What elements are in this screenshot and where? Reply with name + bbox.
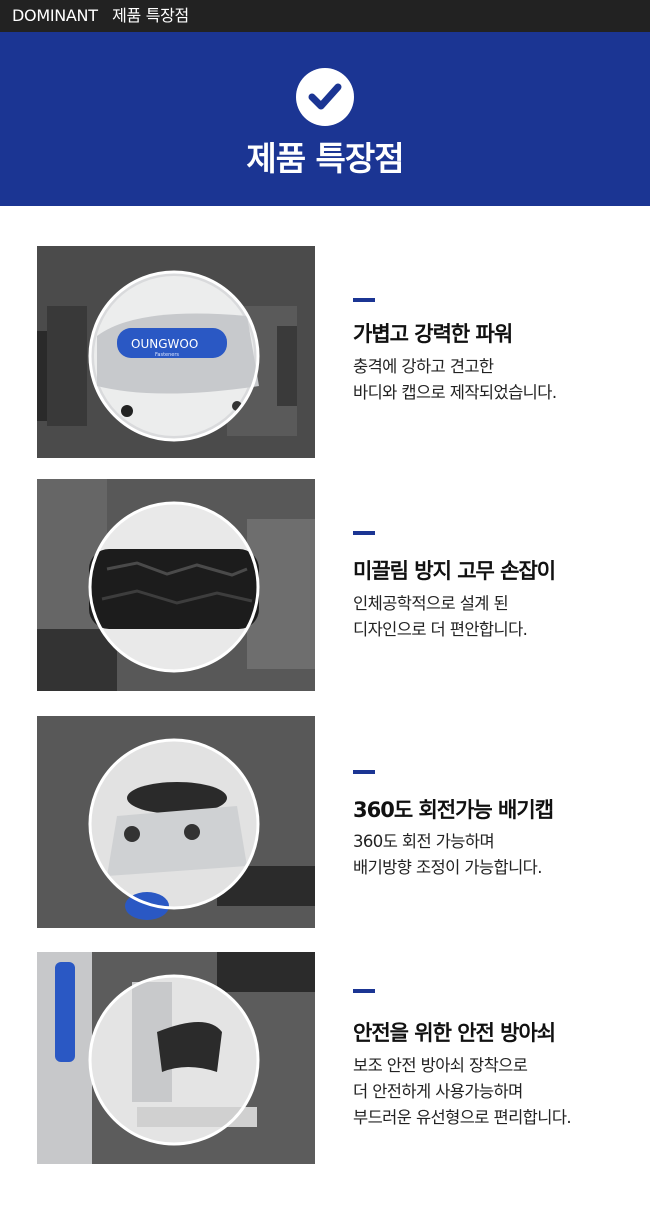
description-line: 인체공학적으로 설계 된 [353, 594, 509, 613]
feature-exhaust-cap: 360도 회전가능 배기캡 360도 회전 가능하며 배기방향 조정이 가능합니… [0, 716, 650, 930]
feature-photo-grip [37, 479, 315, 691]
brand-name: DOMINANT [12, 6, 98, 25]
accent-bar [353, 298, 375, 302]
hero-title: 제품 특장점 [246, 139, 404, 178]
checkmark-icon [296, 68, 354, 126]
top-bar: DOMINANT 제품 특장점 [0, 0, 650, 32]
feature-photo-body: OUNGWOO Fasteners [37, 246, 315, 458]
accent-bar [353, 989, 375, 993]
feature-lightweight: OUNGWOO Fasteners 가볍고 강력한 파워 충격에 강하고 견고한… [0, 246, 650, 460]
feature-title: 미끌림 방지 고무 손잡이 [353, 559, 556, 583]
description-line: 배기방향 조정이 가능합니다. [353, 858, 543, 877]
photo-logo: OUNGWOO [131, 337, 198, 351]
description-line: 디자인으로 더 편안합니다. [353, 620, 528, 639]
feature-title: 가볍고 강력한 파워 [353, 322, 513, 346]
feature-title: 안전을 위한 안전 방아쇠 [353, 1021, 556, 1045]
accent-bar [353, 531, 375, 535]
description-line: 바디와 캡으로 제작되었습니다. [353, 383, 557, 402]
feature-description: 보조 안전 방아쇠 장착으로 더 안전하게 사용가능하며 부드러운 유선형으로 … [353, 1053, 572, 1131]
description-line: 더 안전하게 사용가능하며 [353, 1082, 523, 1101]
hero-banner: 제품 특장점 [0, 32, 650, 206]
description-line: 보조 안전 방아쇠 장착으로 [353, 1056, 528, 1075]
feature-photo-trigger [37, 952, 315, 1164]
photo-logo-sub: Fasteners [155, 352, 179, 358]
feature-title: 360도 회전가능 배기캡 [353, 798, 554, 822]
accent-bar [353, 770, 375, 774]
feature-photo-exhaust [37, 716, 315, 928]
description-line: 부드러운 유선형으로 편리합니다. [353, 1108, 572, 1127]
description-line: 360도 회전 가능하며 [353, 832, 495, 851]
feature-description: 360도 회전 가능하며 배기방향 조정이 가능합니다. [353, 829, 543, 881]
description-line: 충격에 강하고 견고한 [353, 357, 494, 376]
feature-description: 충격에 강하고 견고한 바디와 캡으로 제작되었습니다. [353, 354, 557, 406]
feature-grip: 미끌림 방지 고무 손잡이 인체공학적으로 설계 된 디자인으로 더 편안합니다… [0, 479, 650, 693]
top-bar-title: 제품 특장점 [112, 6, 189, 25]
feature-safety-trigger: 안전을 위한 안전 방아쇠 보조 안전 방아쇠 장착으로 더 안전하게 사용가능… [0, 952, 650, 1166]
feature-description: 인체공학적으로 설계 된 디자인으로 더 편안합니다. [353, 591, 528, 643]
